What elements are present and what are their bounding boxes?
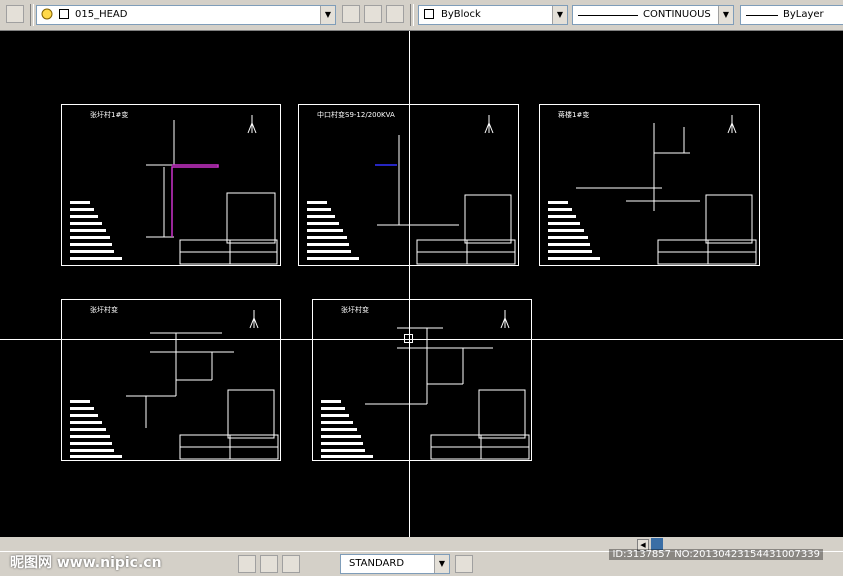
crosshair-horizontal [0, 339, 843, 340]
chevron-down-icon[interactable]: ▼ [552, 6, 567, 24]
color-value: ByBlock [441, 9, 481, 20]
pen-icon[interactable] [260, 555, 278, 573]
sheet-linework [70, 310, 279, 460]
text-style-icon[interactable] [455, 555, 473, 573]
lineweight-preview [746, 15, 778, 16]
image-id-label: ID:3137857 NO:20130423154431007339 [609, 549, 823, 560]
drawing-canvas[interactable]: 张圩村1#变 中口村变S9-12/200KVA 蒋楼1#变 张圩村变 张圩村变 [0, 31, 843, 537]
text-style-value: STANDARD [349, 558, 405, 569]
spline-icon[interactable] [238, 555, 256, 573]
crosshair-vertical [409, 31, 410, 537]
make-object-layer-current-icon[interactable] [342, 5, 360, 23]
layer-name: 015_HEAD [75, 9, 128, 20]
lineweight-value: ByLayer [783, 9, 824, 20]
crosshair-pickbox-icon [404, 334, 413, 343]
color-swatch [424, 9, 434, 19]
linetype-dropdown[interactable]: CONTINUOUS ▼ [572, 5, 734, 25]
drawing-sheet[interactable]: 张圩村1#变 [61, 104, 281, 266]
chevron-down-icon[interactable]: ▼ [434, 555, 449, 573]
toolbar-separator [410, 4, 414, 26]
sheet-linework [70, 115, 278, 265]
lightbulb-icon [41, 8, 53, 20]
chevron-down-icon[interactable]: ▼ [320, 6, 335, 24]
layer-previous-icon[interactable] [364, 5, 382, 23]
drawing-sheet[interactable]: 张圩村变 [312, 299, 532, 461]
chevron-down-icon[interactable]: ▼ [718, 6, 733, 24]
toolbar-separator [30, 4, 34, 26]
sheet-linework [321, 310, 530, 460]
text-style-dropdown[interactable]: STANDARD ▼ [340, 554, 450, 574]
dimension-icon[interactable] [282, 555, 300, 573]
properties-toolbar: 015_HEAD ▼ ByBlock ▼ CONTINUOUS ▼ ByLaye… [0, 0, 843, 31]
linetype-preview [578, 15, 638, 16]
watermark: 昵图网 www.nipic.cn [10, 555, 162, 571]
linetype-value: CONTINUOUS [643, 9, 711, 20]
layer-states-icon[interactable] [386, 5, 404, 23]
lineweight-dropdown[interactable]: ByLayer [740, 5, 843, 25]
color-dropdown[interactable]: ByBlock ▼ [418, 5, 568, 25]
layer-color-swatch [59, 9, 69, 19]
layer-dropdown[interactable]: 015_HEAD ▼ [36, 5, 336, 25]
drawing-sheet[interactable]: 张圩村变 [61, 299, 281, 461]
drawing-sheet[interactable]: 蒋楼1#变 [539, 104, 760, 266]
sheet-linework [548, 115, 757, 265]
layer-manager-icon[interactable] [6, 5, 24, 23]
